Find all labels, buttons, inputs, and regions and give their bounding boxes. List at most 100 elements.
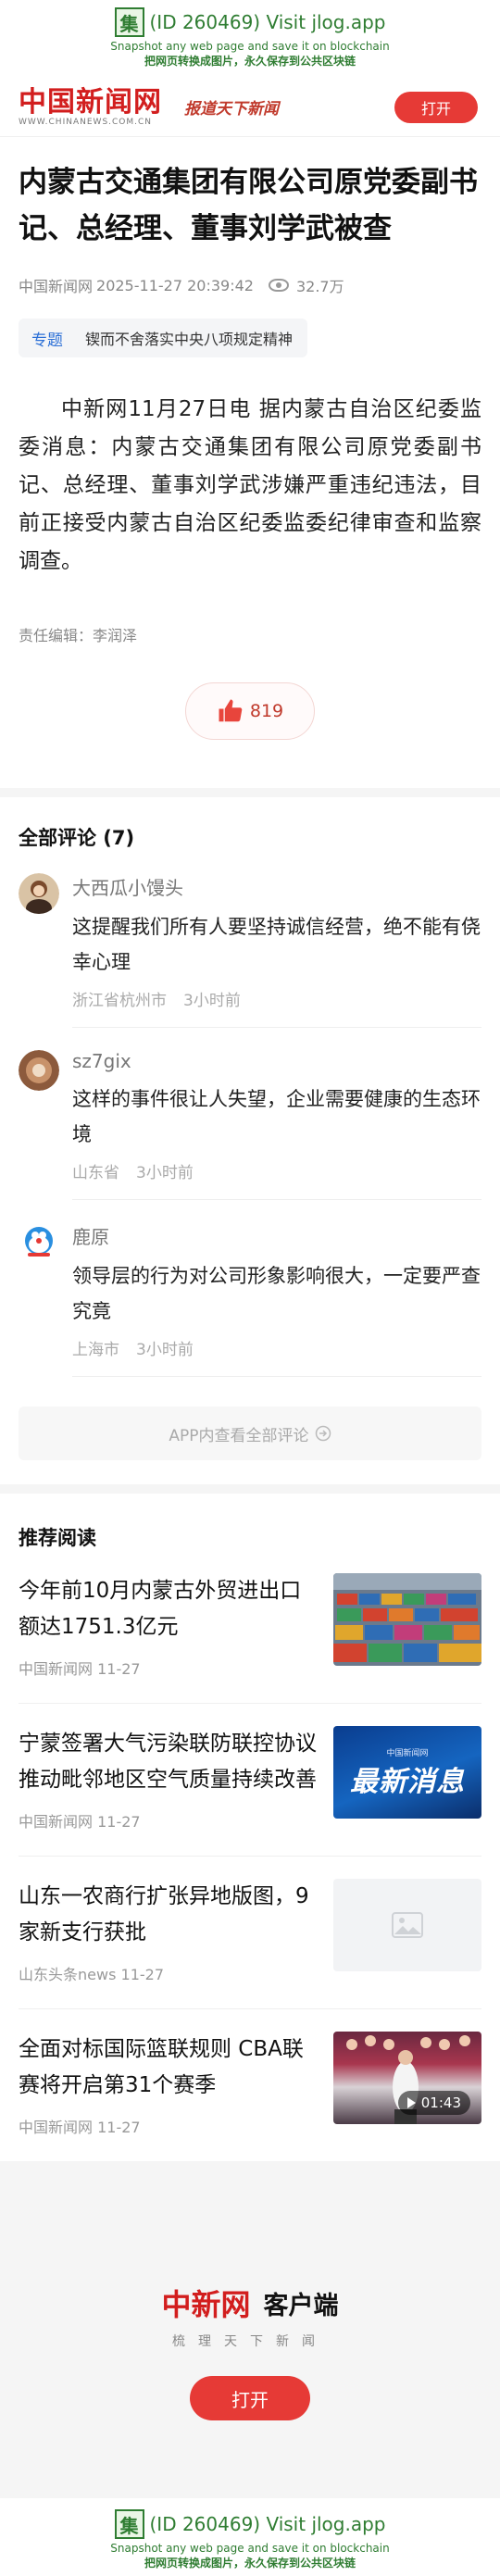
recommend-title: 推荐阅读: [19, 1527, 96, 1549]
header-slogan: 报道天下新闻: [184, 100, 279, 119]
jlog-banner-bottom[interactable]: 集 (ID 260469) Visit jlog.app Snapshot an…: [0, 2498, 500, 2576]
recommend-text: 全面对标国际篮联规则 CBA联赛将开启第31个赛季 中国新闻网 11-27: [19, 2032, 333, 2137]
recommend-item-date: 11-27: [120, 1966, 165, 1983]
image-placeholder-icon: [392, 1912, 423, 1938]
avatar[interactable]: [19, 873, 59, 914]
video-thumbnail[interactable]: 01:43: [333, 2032, 481, 2124]
arrow-right-circle-icon: [315, 1425, 331, 1442]
footer-client-label: 客户端: [263, 2291, 339, 2320]
view-all-comments-button[interactable]: APP内查看全部评论: [19, 1407, 481, 1460]
brand-logo[interactable]: 中国新闻网 WWW.CHINANEWS.COM.CN: [19, 85, 162, 127]
comment-text: 领导层的行为对公司形象影响很大，一定要严查究竟: [72, 1265, 481, 1322]
comment-meta: 上海市 3小时前: [72, 1336, 481, 1359]
video-duration: 01:43: [420, 2095, 461, 2111]
comment-time: 3小时前: [136, 1164, 194, 1182]
view-all-comments-label: APP内查看全部评论: [169, 1426, 309, 1445]
comment-meta: 山东省 3小时前: [72, 1159, 481, 1182]
app-promo-footer: 中新网 客户端 梳理天下新闻 打开: [0, 2161, 500, 2498]
comment-time: 3小时前: [136, 1341, 194, 1359]
recommend-item[interactable]: 今年前10月内蒙古外贸进出口额达1751.3亿元 中国新闻网 11-27: [19, 1551, 481, 1704]
comment-item: 鹿原 领导层的行为对公司形象影响很大，一定要严查究竟 上海市 3小时前: [19, 1200, 481, 1377]
breaking-news-thumbnail: 中国新闻网 最新消息: [333, 1726, 481, 1819]
like-button[interactable]: 819: [185, 682, 315, 740]
recommend-text: 山东一农商行扩张异地版图，9家新支行获批 山东头条news 11-27: [19, 1879, 333, 1984]
like-area: 819: [19, 682, 481, 740]
recommend-item-date: 11-27: [97, 1813, 141, 1831]
article-source: 中国新闻网: [19, 278, 94, 295]
recommend-item[interactable]: 山东一农商行扩张异地版图，9家新支行获批 山东头条news 11-27: [19, 1857, 481, 2009]
thumbnail-small-text: 中国新闻网: [386, 1748, 429, 1758]
recommend-item-date: 11-27: [97, 2119, 141, 2136]
jlog-id-text[interactable]: (ID 260469) Visit jlog.app: [150, 2513, 386, 2535]
jlog-banner-top[interactable]: 集 (ID 260469) Visit jlog.app Snapshot an…: [0, 0, 500, 78]
comment-meta: 浙江省杭州市 3小时前: [72, 987, 481, 1010]
avatar[interactable]: [19, 1222, 59, 1263]
thumbs-up-icon: [219, 699, 243, 722]
article: 内蒙古交通集团有限公司原党委副书记、总经理、董事刘学武被查 中国新闻网 2025…: [0, 137, 500, 740]
recommend-item-source: 中国新闻网: [19, 1660, 94, 1678]
comment-item: sz7gix 这样的事件很让人失望，企业需要健康的生态环境 山东省 3小时前: [19, 1028, 481, 1200]
recommend-item-meta: 山东头条news 11-27: [19, 1962, 320, 1984]
recommend-item-source: 中国新闻网: [19, 2119, 94, 2136]
jlog-logo-icon: 集: [114, 2509, 144, 2539]
comment-item: 大西瓜小馒头 这提醒我们所有人要坚持诚信经营，绝不能有侥幸心理 浙江省杭州市 3小…: [19, 851, 481, 1028]
comment-author[interactable]: 鹿原: [72, 1222, 481, 1249]
comment-text: 这样的事件很让人失望，企业需要健康的生态环境: [72, 1088, 481, 1145]
like-count: 819: [249, 701, 284, 721]
recommend-item-meta: 中国新闻网 11-27: [19, 2115, 320, 2137]
recommend-section: 推荐阅读 今年前10月内蒙古外贸进出口额达1751.3亿元 中国新闻网 11-2…: [0, 1494, 500, 2161]
comment-location: 浙江省杭州市: [72, 992, 167, 1010]
section-divider: [0, 788, 500, 797]
article-meta: 中国新闻网 2025-11-27 20:39:42 32.7万: [19, 274, 481, 296]
top-bar: 中国新闻网 WWW.CHINANEWS.COM.CN 报道天下新闻 打开: [0, 78, 500, 137]
view-count: 32.7万: [295, 278, 344, 295]
comment-body: 鹿原 领导层的行为对公司形象影响很大，一定要严查究竟 上海市 3小时前: [72, 1222, 481, 1377]
topic-link[interactable]: 专题 锲而不舍落实中央八项规定精神: [19, 319, 308, 357]
footer-open-app-button[interactable]: 打开: [190, 2376, 310, 2420]
jlog-row: 集 (ID 260469) Visit jlog.app: [114, 7, 386, 37]
jlog-tagline-cn: 把网页转换成图片，永久保存到公共区块链: [144, 2557, 356, 2570]
jlog-logo-icon: 集: [114, 7, 144, 37]
recommend-item-meta: 中国新闻网 11-27: [19, 1809, 320, 1832]
recommend-item-title: 全面对标国际篮联规则 CBA联赛将开启第31个赛季: [19, 2037, 304, 2097]
comment-location: 上海市: [72, 1341, 119, 1359]
recommend-item-title: 今年前10月内蒙古外贸进出口额达1751.3亿元: [19, 1579, 302, 1639]
comment-time: 3小时前: [183, 992, 241, 1010]
comment-location: 山东省: [72, 1164, 119, 1182]
footer-logo: 中新网: [161, 2287, 251, 2322]
comment-author[interactable]: sz7gix: [72, 1050, 481, 1072]
article-time: 2025-11-27 20:39:42: [96, 276, 254, 294]
recommend-item-source: 中国新闻网: [19, 1813, 94, 1831]
recommend-item-meta: 中国新闻网 11-27: [19, 1657, 320, 1679]
recommend-text: 今年前10月内蒙古外贸进出口额达1751.3亿元 中国新闻网 11-27: [19, 1573, 333, 1679]
footer-slogan: 梳理天下新闻: [172, 2334, 328, 2349]
recommend-item-title: 山东一农商行扩张异地版图，9家新支行获批: [19, 1884, 309, 1945]
topic-text: 锲而不舍落实中央八项规定精神: [85, 331, 294, 348]
footer-brand: 中新网 客户端: [161, 2282, 338, 2324]
play-icon: [406, 2097, 416, 2108]
comment-author[interactable]: 大西瓜小馒头: [72, 873, 481, 900]
recommend-item[interactable]: 宁蒙签署大气污染联防联控协议 推动毗邻地区空气质量持续改善 中国新闻网 11-2…: [19, 1704, 481, 1857]
image-placeholder: [333, 1879, 481, 1971]
jlog-tagline-cn: 把网页转换成图片，永久保存到公共区块链: [144, 55, 356, 68]
eye-icon: [268, 279, 289, 292]
open-app-button[interactable]: 打开: [394, 91, 478, 123]
avatar[interactable]: [19, 1050, 59, 1091]
comments-title: 全部评论 (7): [19, 827, 135, 849]
brand-name: 中国新闻网: [19, 85, 162, 119]
article-body: 中新网11月27日电 据内蒙古自治区纪委监委消息：内蒙古交通集团有限公司原党委副…: [19, 397, 481, 573]
comment-text: 这提醒我们所有人要坚持诚信经营，绝不能有侥幸心理: [72, 916, 481, 973]
jlog-id-text[interactable]: (ID 260469) Visit jlog.app: [150, 11, 386, 33]
jlog-row: 集 (ID 260469) Visit jlog.app: [114, 2509, 386, 2539]
thumbnail-headline: 最新消息: [350, 1765, 465, 1798]
section-divider: [0, 1484, 500, 1494]
video-duration-badge: 01:43: [397, 2091, 470, 2115]
brand-url: WWW.CHINANEWS.COM.CN: [19, 117, 153, 127]
recommend-item-date: 11-27: [97, 1660, 141, 1678]
article-editor: 责任编辑：李润泽: [19, 627, 138, 644]
comment-body: sz7gix 这样的事件很让人失望，企业需要健康的生态环境 山东省 3小时前: [72, 1050, 481, 1200]
jlog-tagline-en: Snapshot any web page and save it on blo…: [110, 2542, 390, 2555]
recommend-item[interactable]: 全面对标国际篮联规则 CBA联赛将开启第31个赛季 中国新闻网 11-27 01…: [19, 2009, 481, 2161]
recommend-item-source: 山东头条news: [19, 1966, 117, 1983]
jlog-tagline-en: Snapshot any web page and save it on blo…: [110, 40, 390, 53]
